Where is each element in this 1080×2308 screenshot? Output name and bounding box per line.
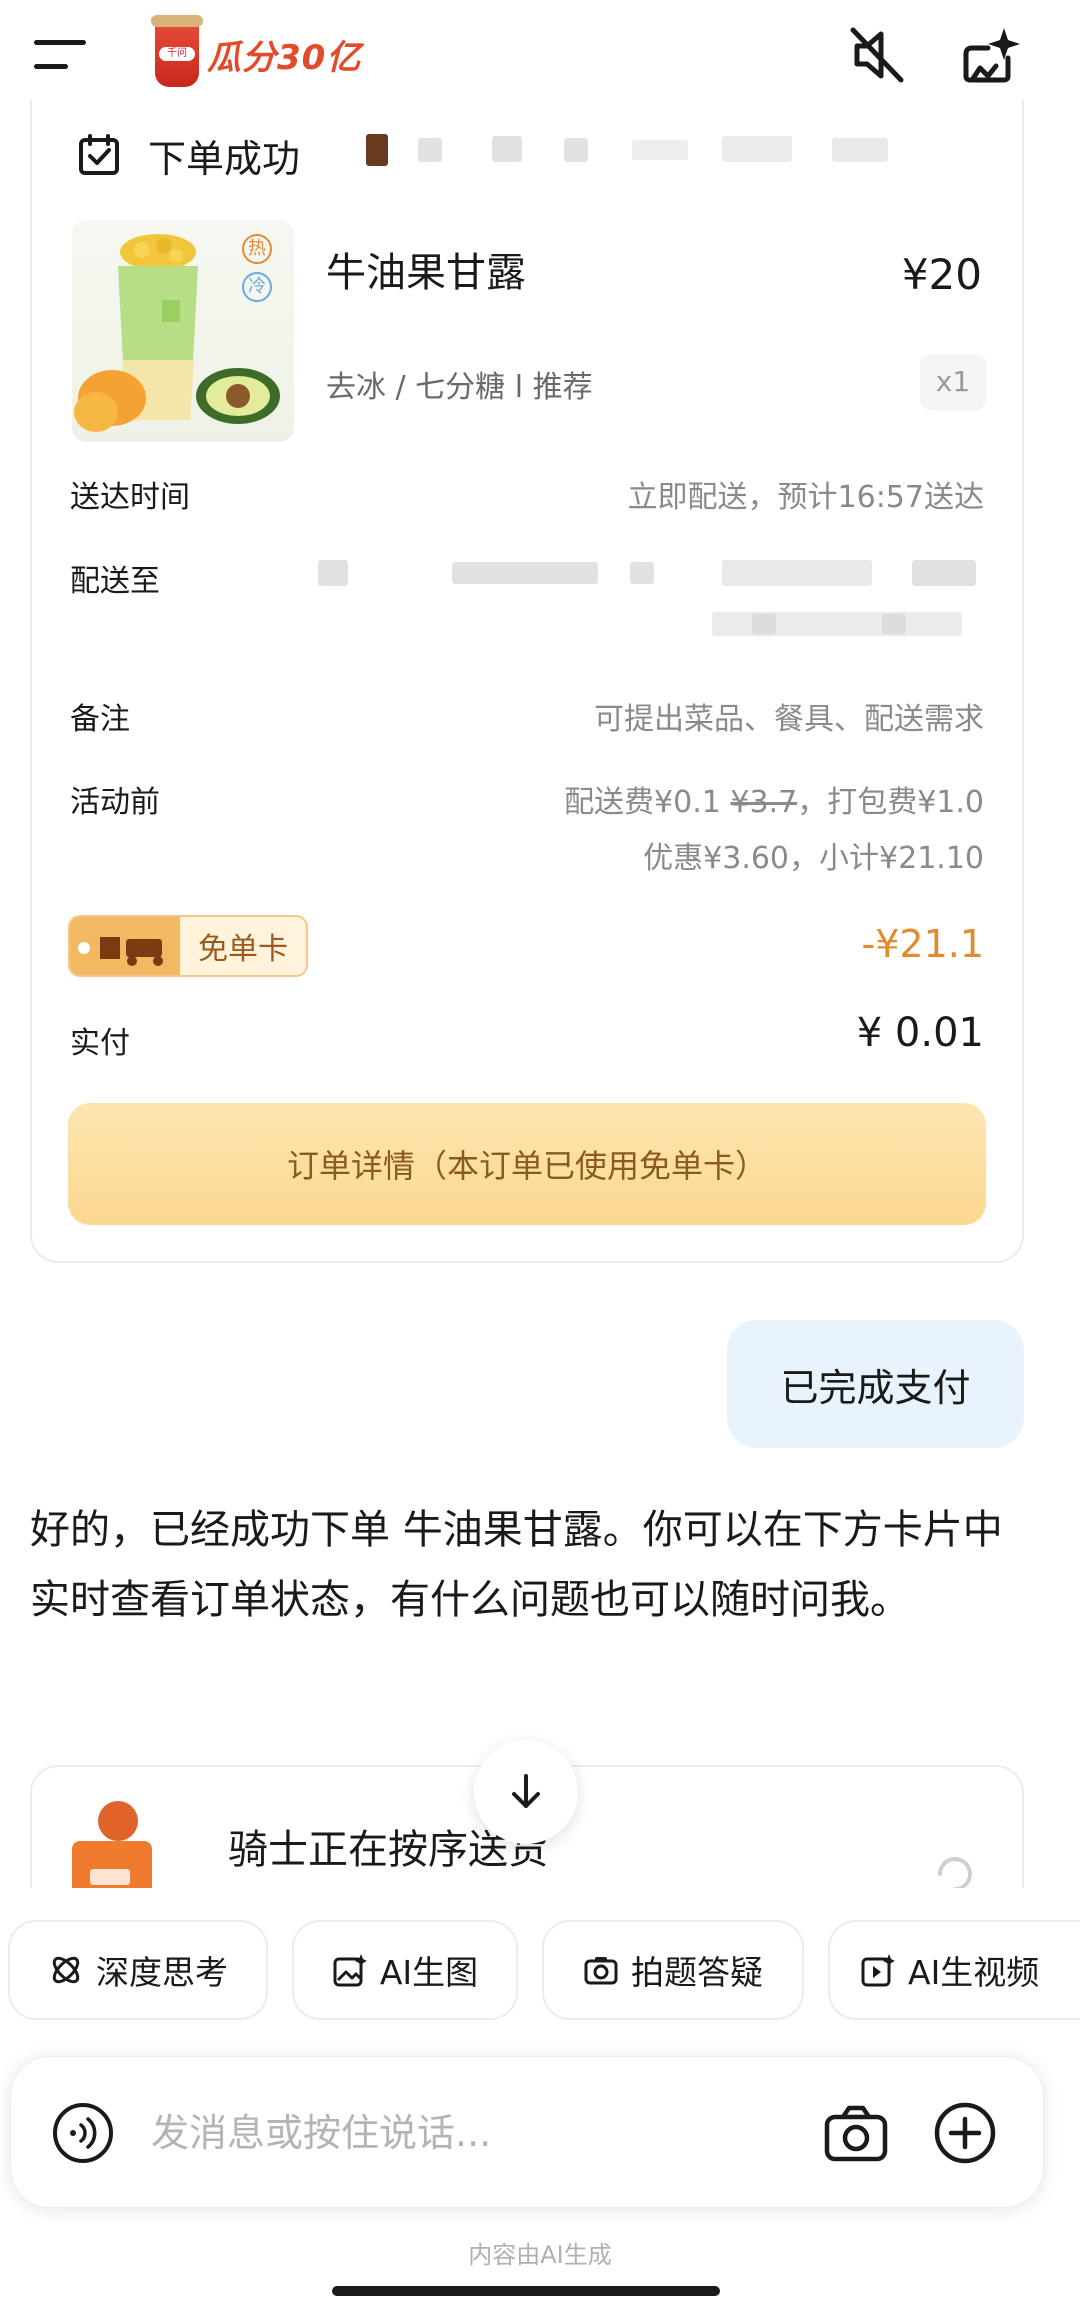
product-options: 去冰 / 七分糖 l 推荐 [326, 370, 593, 405]
free-order-card-badge: 免单卡 [68, 915, 308, 977]
redacted-shop-name [832, 138, 888, 162]
order-detail-button[interactable]: 订单详情（本订单已使用免单卡） [68, 1103, 986, 1225]
shop-logo [366, 134, 388, 166]
redacted-address [722, 560, 872, 586]
quantity-badge: x1 [920, 354, 986, 410]
product-price: ¥20 [901, 250, 982, 299]
camera-question-icon [584, 1957, 618, 1985]
free-card-discount: -¥21.1 [861, 922, 985, 966]
note-input[interactable]: 可提出菜品、餐具、配送需求 [594, 694, 984, 738]
cold-option-badge: 冷 [242, 272, 272, 302]
chip-ai-video[interactable]: AI生视频 [828, 1920, 1080, 2020]
user-message-bubble: 已完成支付 [727, 1320, 1024, 1448]
video-gen-icon [861, 1954, 895, 1987]
promo-text: 瓜分30亿 [207, 37, 362, 78]
checkbox-check-icon [78, 134, 120, 176]
fee-breakdown-line-1: 配送费¥0.1 ¥3.7，打包费¥1.0 [564, 777, 984, 821]
order-card: 下单成功 热 冷 牛油果甘露 ¥20 去冰 / 七分糖 l 推荐 x1 送达时间… [30, 100, 1024, 1263]
redacted-address [912, 560, 976, 586]
fee-breakdown-line-2: 优惠¥3.60，小计¥21.10 [643, 841, 984, 876]
chip-label: AI生视频 [908, 1953, 1040, 1992]
paid-amount: ¥ 0.01 [856, 1010, 984, 1056]
redacted-shop-name [722, 136, 792, 162]
redacted-shop-name [564, 138, 588, 162]
hot-option-badge: 热 [242, 234, 272, 264]
arrow-down-icon [512, 1774, 540, 1808]
scooter-icon [70, 917, 180, 975]
redacted-address [882, 614, 906, 634]
chip-ai-image[interactable]: AI生图 [292, 1920, 518, 2020]
bottom-composer-area: 深度思考 AI生图 拍题答疑 AI生视频 发消息或按住说话... 内容由AI生成 [0, 1888, 1080, 2308]
redacted-shop-name [492, 136, 522, 162]
before-discount-label: 活动前 [70, 785, 160, 820]
message-input[interactable] [151, 2103, 791, 2163]
voice-input-icon[interactable] [51, 2101, 115, 2165]
deliver-to-label: 配送至 [70, 564, 160, 599]
ai-reply-text: 好的，已经成功下单 牛油果甘露。你可以在下方卡片中实时查看订单状态，有什么问题也… [30, 1507, 1003, 1623]
delivery-fee-text: 配送费¥0.1 [564, 785, 721, 820]
plus-icon[interactable] [933, 2101, 997, 2165]
redacted-shop-name [418, 138, 442, 162]
camera-icon[interactable] [823, 2103, 889, 2163]
promo-cup-label: 千问 [159, 47, 195, 61]
sparkle-new-chat-icon[interactable] [958, 20, 1028, 90]
scroll-to-bottom-button[interactable] [474, 1740, 578, 1844]
free-card-label: 免单卡 [198, 932, 288, 967]
message-input-bar [10, 2056, 1044, 2208]
paid-label: 实付 [70, 1026, 130, 1061]
redacted-address [318, 560, 348, 586]
deep-think-icon [52, 1956, 80, 1984]
redacted-address [752, 614, 776, 634]
chip-label: 深度思考 [96, 1953, 228, 1992]
home-indicator[interactable] [332, 2286, 720, 2296]
original-delivery-fee: ¥3.7 [730, 785, 798, 820]
note-label: 备注 [70, 702, 130, 737]
order-status-title: 下单成功 [148, 137, 301, 181]
menu-icon[interactable] [34, 34, 90, 74]
product-name: 牛油果甘露 [326, 250, 526, 296]
speaker-muted-icon[interactable] [843, 20, 913, 90]
chip-photo-question[interactable]: 拍题答疑 [542, 1920, 804, 2020]
chip-deep-think[interactable]: 深度思考 [8, 1920, 268, 2020]
promo-banner[interactable]: 千问 瓜分30亿 [151, 14, 362, 94]
promo-cup-icon: 千问 [151, 15, 203, 87]
delivery-time-value: 立即配送，预计16:57送达 [627, 480, 984, 515]
ai-disclaimer: 内容由AI生成 [468, 2241, 612, 2269]
chip-label: 拍题答疑 [631, 1953, 763, 1992]
image-gen-icon [333, 1954, 367, 1987]
redacted-address [712, 612, 962, 636]
delivery-time-label: 送达时间 [70, 480, 190, 515]
redacted-shop-name [632, 140, 688, 160]
packing-fee-text: ，打包费¥1.0 [797, 785, 984, 820]
chip-label: AI生图 [379, 1953, 479, 1992]
redacted-address [452, 562, 598, 584]
redacted-address [630, 562, 654, 584]
